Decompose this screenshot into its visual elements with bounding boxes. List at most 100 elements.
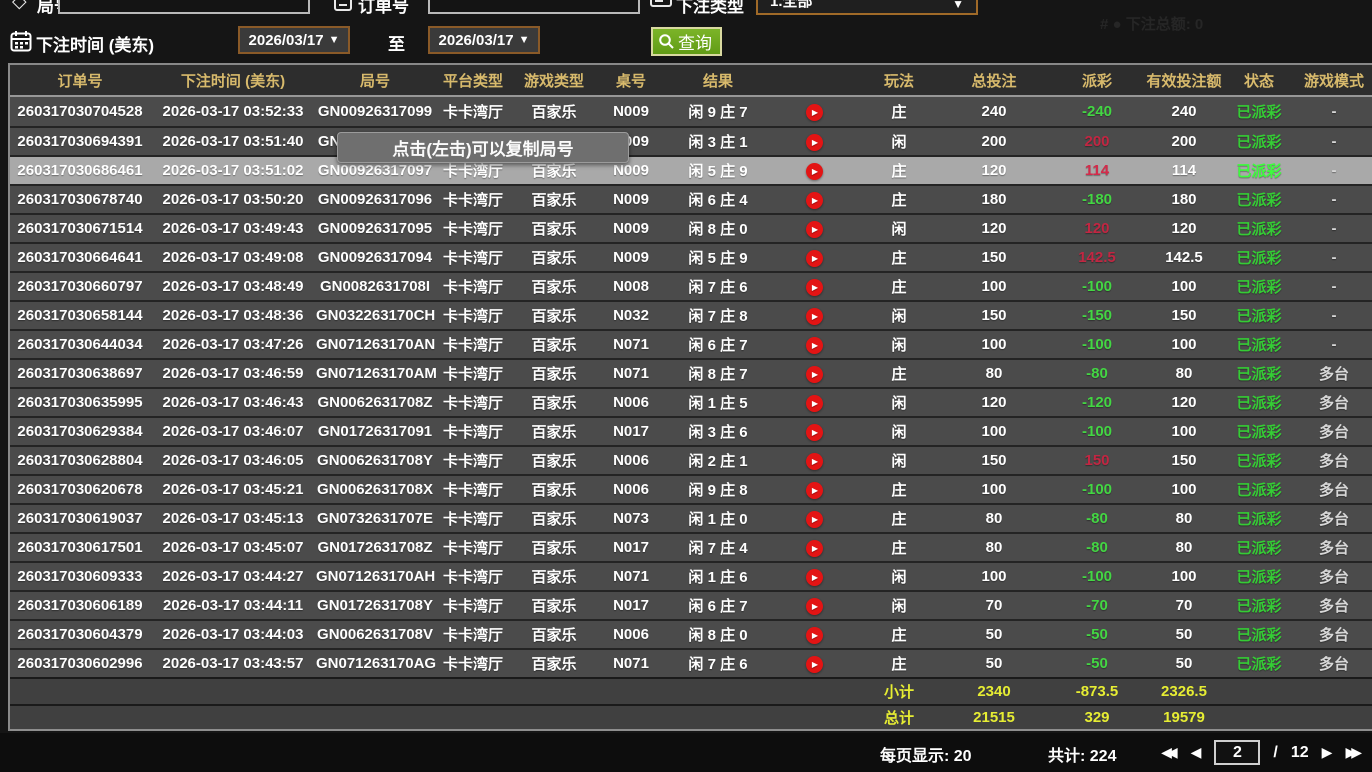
cell-play: 庄	[858, 624, 940, 645]
date-to-picker[interactable]: 2026/03/17 ▼	[428, 26, 540, 54]
replay-video-icon[interactable]: ▶	[806, 482, 823, 499]
prev-page-icon[interactable]: ◀	[1191, 744, 1202, 761]
table-row[interactable]: 2603170306386972026-03-17 03:46:59GN0712…	[10, 358, 1372, 387]
cell-round: GN032263170CH	[316, 307, 434, 324]
replay-video-icon[interactable]: ▶	[806, 163, 823, 180]
cell-time: 2026-03-17 03:50:20	[150, 191, 316, 208]
cell-valid-bet: 120	[1146, 394, 1222, 411]
replay-video-icon[interactable]: ▶	[806, 395, 823, 412]
cell-play: 庄	[858, 479, 940, 500]
cell-round: GN01726317091	[316, 423, 434, 440]
cell-replay: ▶	[770, 422, 858, 441]
cell-total-bet: 100	[940, 336, 1048, 353]
replay-video-icon[interactable]: ▶	[806, 192, 823, 209]
replay-video-icon[interactable]: ▶	[806, 598, 823, 615]
cell-replay: ▶	[770, 132, 858, 151]
cell-table-no: N017	[596, 423, 666, 440]
table-row[interactable]: 2603170306359952026-03-17 03:46:43GN0062…	[10, 387, 1372, 416]
table-row[interactable]: 2603170306440342026-03-17 03:47:26GN0712…	[10, 329, 1372, 358]
cell-round: GN0062631708Y	[316, 452, 434, 469]
table-row[interactable]: 2603170306646412026-03-17 03:49:08GN0092…	[10, 242, 1372, 271]
cell-status: 已派彩	[1222, 276, 1296, 297]
cell-table-no: N071	[596, 568, 666, 585]
to-label: 至	[388, 30, 405, 55]
replay-video-icon[interactable]: ▶	[806, 453, 823, 470]
replay-video-icon[interactable]: ▶	[806, 366, 823, 383]
cell-total-bet: 80	[940, 539, 1048, 556]
cell-round: GN0082631708I	[316, 278, 434, 295]
last-page-icon[interactable]: ▶▶	[1345, 744, 1362, 761]
cell-order: 260317030602996	[10, 655, 150, 672]
table-row[interactable]: 2603170306581442026-03-17 03:48:36GN0322…	[10, 300, 1372, 329]
cell-table-no: N006	[596, 626, 666, 643]
replay-video-icon[interactable]: ▶	[806, 308, 823, 325]
cell-game: 百家乐	[512, 160, 596, 181]
per-page-label: 每页显示: 20	[880, 742, 972, 766]
table-row[interactable]: 2603170306293842026-03-17 03:46:07GN0172…	[10, 416, 1372, 445]
replay-video-icon[interactable]: ▶	[806, 424, 823, 441]
replay-video-icon[interactable]: ▶	[806, 221, 823, 238]
table-row[interactable]: 2603170306787402026-03-17 03:50:20GN0092…	[10, 184, 1372, 213]
table-row[interactable]: 2603170307045282026-03-17 03:52:33GN0092…	[10, 97, 1372, 126]
table-row[interactable]: 2603170306175012026-03-17 03:45:07GN0172…	[10, 532, 1372, 561]
order-icon	[333, 0, 353, 12]
query-button[interactable]: 查询	[651, 27, 722, 56]
cell-mode: 多台	[1296, 624, 1372, 645]
cell-payout: -50	[1048, 655, 1146, 672]
bet-type-select[interactable]: 1.全部 ▼	[756, 0, 978, 15]
replay-video-icon[interactable]: ▶	[806, 656, 823, 673]
table-row[interactable]: 2603170306190372026-03-17 03:45:13GN0732…	[10, 503, 1372, 532]
cell-mode: 多台	[1296, 479, 1372, 500]
replay-video-icon[interactable]: ▶	[806, 250, 823, 267]
cell-replay: ▶	[770, 364, 858, 383]
replay-video-icon[interactable]: ▶	[806, 337, 823, 354]
table-row[interactable]: 2603170306288042026-03-17 03:46:05GN0062…	[10, 445, 1372, 474]
cell-payout: -80	[1048, 365, 1146, 382]
pagination-bar: 每页显示: 20 共计: 224 ◀◀ ◀ 2 / 12 ▶ ▶▶	[0, 733, 1372, 772]
round-input[interactable]	[58, 0, 310, 14]
table-row[interactable]: 2603170306864612026-03-17 03:51:02GN0092…	[10, 155, 1372, 184]
replay-video-icon[interactable]: ▶	[806, 627, 823, 644]
table-row[interactable]: 2603170306607972026-03-17 03:48:49GN0082…	[10, 271, 1372, 300]
cell-payout: -100	[1048, 336, 1146, 353]
cell-status: 已派彩	[1222, 218, 1296, 239]
cell-time: 2026-03-17 03:46:07	[150, 423, 316, 440]
cell-game: 百家乐	[512, 247, 596, 268]
page-number-input[interactable]: 2	[1214, 740, 1260, 765]
cell-time: 2026-03-17 03:48:49	[150, 278, 316, 295]
cell-order: 260317030678740	[10, 191, 150, 208]
first-page-icon[interactable]: ◀◀	[1161, 744, 1178, 761]
cell-mode: -	[1296, 307, 1372, 324]
cell-platform: 卡卡湾厅	[434, 479, 512, 500]
faint-bet-summary: # ● 下注总额: 0	[1100, 13, 1203, 34]
replay-video-icon[interactable]: ▶	[806, 104, 823, 121]
cell-total-bet: 120	[940, 220, 1048, 237]
next-page-icon[interactable]: ▶	[1322, 744, 1333, 761]
date-from-picker[interactable]: 2026/03/17 ▼	[238, 26, 350, 54]
cell-time: 2026-03-17 03:46:05	[150, 452, 316, 469]
cell-table-no: N009	[596, 103, 666, 120]
cell-payout: -120	[1048, 394, 1146, 411]
replay-video-icon[interactable]: ▶	[806, 569, 823, 586]
replay-video-icon[interactable]: ▶	[806, 511, 823, 528]
replay-video-icon[interactable]: ▶	[806, 540, 823, 557]
replay-video-icon[interactable]: ▶	[806, 279, 823, 296]
cell-round: GN0062631708V	[316, 626, 434, 643]
table-row[interactable]: 2603170306043792026-03-17 03:44:03GN0062…	[10, 619, 1372, 648]
cell-time: 2026-03-17 03:46:59	[150, 365, 316, 382]
cell-game: 百家乐	[512, 334, 596, 355]
cell-payout: 200	[1048, 133, 1146, 150]
table-row[interactable]: 2603170306061892026-03-17 03:44:11GN0172…	[10, 590, 1372, 619]
table-row[interactable]: 2603170306206782026-03-17 03:45:21GN0062…	[10, 474, 1372, 503]
table-row[interactable]: 2603170306715142026-03-17 03:49:43GN0092…	[10, 213, 1372, 242]
replay-video-icon[interactable]: ▶	[806, 134, 823, 151]
bet-time-label: 下注时间 (美东)	[36, 31, 154, 56]
cell-status: 已派彩	[1222, 624, 1296, 645]
order-number-input[interactable]	[428, 0, 640, 14]
table-row[interactable]: 2603170306943912026-03-17 03:51:40GN0092…	[10, 126, 1372, 155]
table-row[interactable]: 2603170306093332026-03-17 03:44:27GN0712…	[10, 561, 1372, 590]
cell-mode: 多台	[1296, 363, 1372, 384]
cell-valid-bet: 70	[1146, 597, 1222, 614]
cell-total-bet: 70	[940, 597, 1048, 614]
table-row[interactable]: 2603170306029962026-03-17 03:43:57GN0712…	[10, 648, 1372, 677]
